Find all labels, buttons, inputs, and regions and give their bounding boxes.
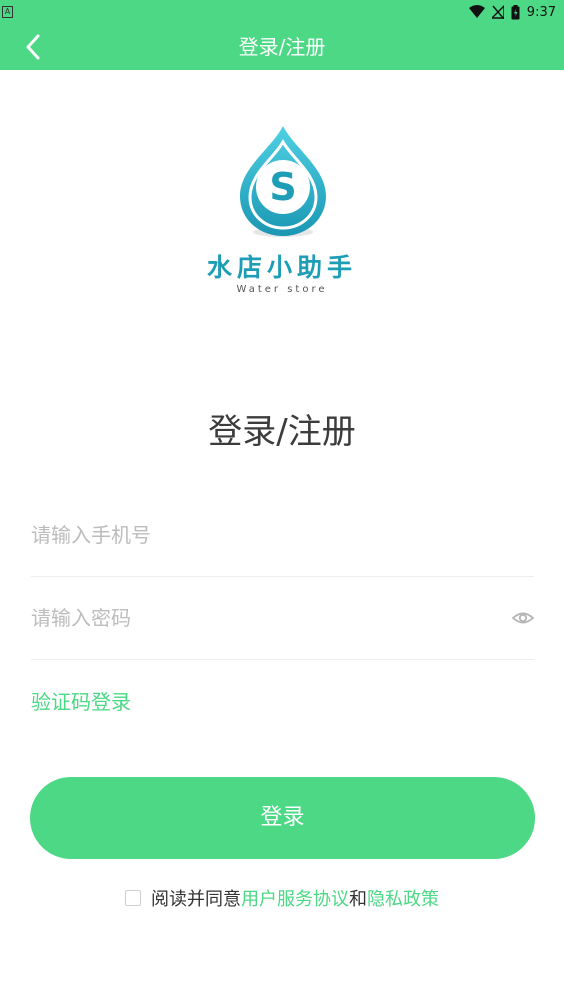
status-bar: A 9:37 (0, 0, 564, 24)
app-bar-title: 登录/注册 (238, 35, 326, 59)
page-title: 登录/注册 (208, 412, 356, 452)
app-bar: 登录/注册 (0, 24, 564, 70)
login-button[interactable]: 登录 (30, 777, 535, 859)
password-field-row (31, 577, 534, 660)
agreement-checkbox[interactable] (125, 890, 141, 906)
logo-mark-letter: S (269, 165, 296, 209)
logo-subtitle: Water store (236, 284, 328, 295)
agreement-prefix: 阅读并同意 (151, 889, 241, 910)
wifi-icon (468, 5, 485, 18)
agreement-conjunction: 和 (349, 889, 367, 910)
battery-icon (511, 4, 520, 19)
phone-input[interactable] (31, 494, 491, 576)
privacy-policy-link[interactable]: 隐私政策 (367, 885, 439, 911)
water-drop-logo-icon: S (240, 126, 326, 237)
status-time: 9:37 (526, 4, 556, 20)
notification-a-icon: A (2, 6, 13, 18)
eye-icon[interactable] (512, 607, 534, 629)
signal-off-icon (491, 5, 504, 19)
chevron-left-icon (26, 34, 40, 60)
password-input[interactable] (31, 577, 491, 659)
status-icons: 9:37 (468, 2, 556, 22)
back-button[interactable] (18, 30, 52, 64)
agreement-row: 阅读并同意 用户服务协议 和 隐私政策 (0, 884, 564, 912)
sms-code-login-link[interactable]: 验证码登录 (31, 686, 131, 715)
terms-of-service-link[interactable]: 用户服务协议 (241, 885, 349, 911)
phone-field-row (31, 494, 534, 577)
logo-name: 水店小助手 (206, 253, 357, 282)
